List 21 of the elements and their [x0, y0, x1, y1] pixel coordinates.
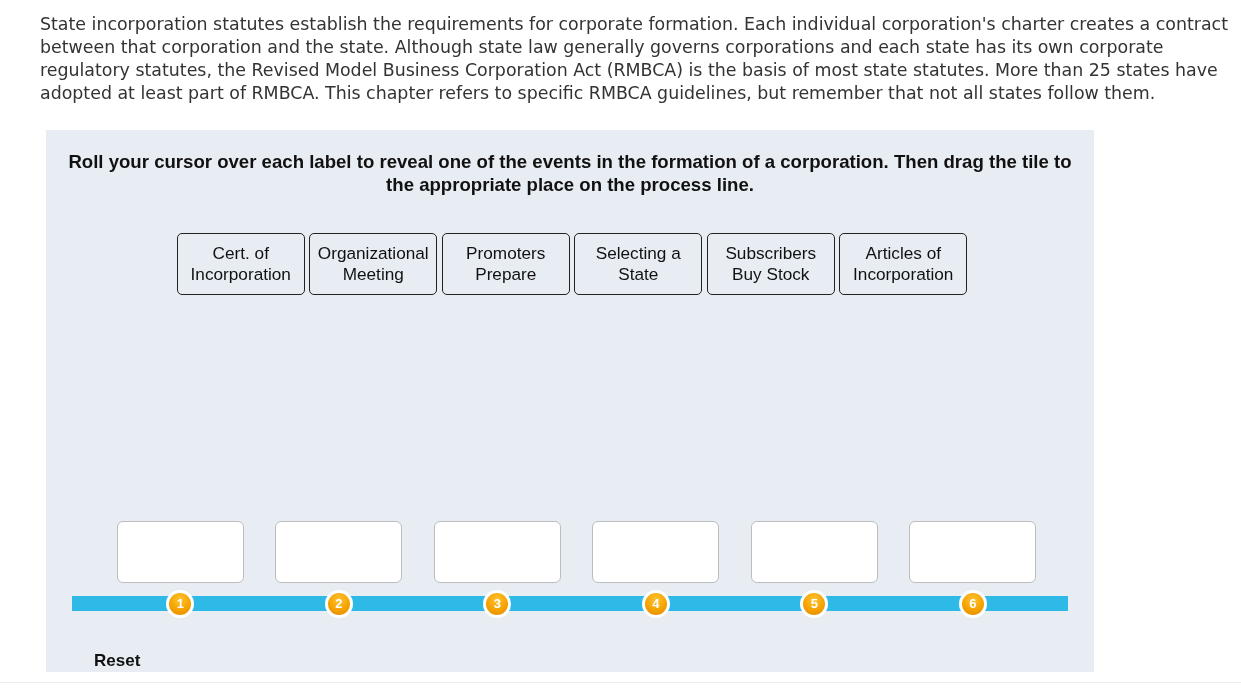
- intro-paragraph: State incorporation statutes establish the requirements for corporate formation. Each individual corporation's charter creates a contract between that corporation and the state. Although state law generally governs corporations and each state has its own corporate regulatory statutes, the Revised Model Business Corporation Act (RMBCA) is the basis of most state statutes. More than 25 states have adopted at least part of RMBCA. This chapter refers to specific RMBCA guidelines, but remember that not all states follow them.: [40, 13, 1229, 105]
- step-number-marker: 6: [958, 590, 987, 618]
- event-tile[interactable]: Selecting a State: [574, 233, 703, 295]
- reset-button[interactable]: Reset: [92, 651, 143, 671]
- drop-slot[interactable]: [116, 521, 244, 583]
- step-number-marker: 4: [641, 590, 670, 618]
- drop-slot[interactable]: [592, 521, 720, 583]
- event-tile[interactable]: Subscribers Buy Stock: [706, 233, 835, 295]
- drop-slot[interactable]: [909, 521, 1037, 583]
- drop-slot[interactable]: [433, 521, 561, 583]
- step-number-marker: 5: [800, 590, 829, 618]
- instruction-text: Roll your cursor over each label to reveal one of the events in the formation of a corporation. Then drag the tile to the appropriate place on the process line.: [67, 150, 1073, 196]
- drop-slot[interactable]: [750, 521, 878, 583]
- event-tile[interactable]: Cert. of Incorporation: [176, 233, 305, 295]
- event-tile[interactable]: Organizational Meeting: [309, 233, 438, 295]
- step-number-marker: 2: [324, 590, 353, 618]
- step-number-marker: 1: [166, 590, 195, 618]
- event-tile[interactable]: Promoters Prepare: [441, 233, 570, 295]
- drop-slot[interactable]: [275, 521, 403, 583]
- event-tile[interactable]: Articles of Incorporation: [839, 233, 968, 295]
- step-number-marker: 3: [483, 590, 512, 618]
